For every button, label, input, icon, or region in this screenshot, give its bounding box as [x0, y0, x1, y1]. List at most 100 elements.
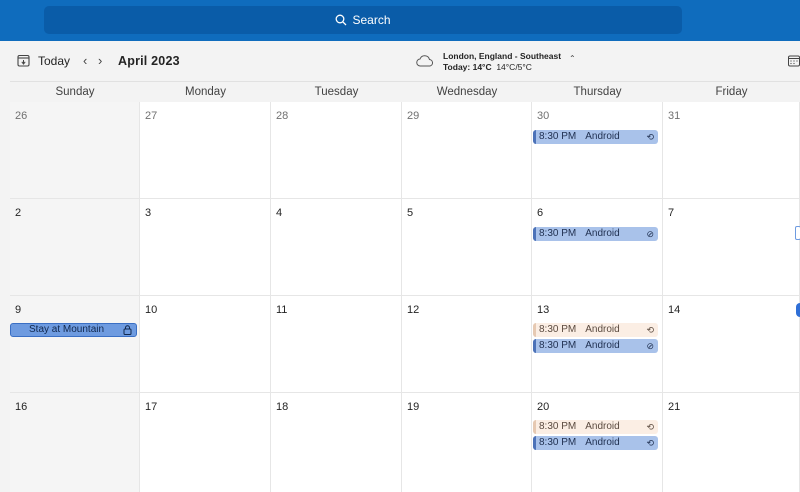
- calendar-event[interactable]: 8:30 PM Android ⊘: [533, 227, 658, 241]
- day-number: 30: [537, 110, 550, 122]
- next-month-button[interactable]: ›: [98, 53, 102, 68]
- event-title: Android: [585, 421, 620, 432]
- weather-today-prefix: Today:: [443, 62, 473, 72]
- day-cell[interactable]: 4: [271, 199, 402, 296]
- day-cell[interactable]: 14: [663, 296, 800, 393]
- weekday-header: Sunday: [10, 82, 140, 102]
- recurring-icon: ⟲: [646, 325, 654, 335]
- day-cell[interactable]: 2: [10, 199, 140, 296]
- day-number: 6: [537, 207, 544, 219]
- calendar-view-icon[interactable]: [788, 55, 800, 67]
- search-icon: [336, 14, 347, 26]
- weekday-header: Monday: [140, 82, 271, 102]
- event-title: Android: [585, 131, 620, 142]
- day-cell[interactable]: 7: [663, 199, 800, 296]
- weather-temperature[interactable]: Today: 14°C 14°C/5°C: [443, 62, 532, 72]
- day-number: 26: [15, 110, 28, 122]
- day-cell[interactable]: 19: [402, 393, 532, 492]
- month-grid: Sunday Monday Tuesday Wednesday Thursday…: [10, 81, 800, 492]
- day-number: 29: [407, 110, 420, 122]
- day-cell[interactable]: 27: [140, 102, 271, 199]
- calendar-toolbar: Today ‹ › April 2023 London, England - S…: [0, 41, 800, 81]
- day-number: 16: [15, 401, 28, 413]
- recurring-icon: ⟲: [646, 132, 654, 142]
- day-number: 12: [407, 304, 420, 316]
- day-number: 9: [15, 304, 22, 316]
- weekday-header: Thursday: [532, 82, 663, 102]
- calendar-today-icon[interactable]: [17, 54, 30, 67]
- day-cell[interactable]: 5: [402, 199, 532, 296]
- day-cell[interactable]: 31: [663, 102, 800, 199]
- day-number: 28: [276, 110, 289, 122]
- event-time: 8:30 PM: [539, 324, 577, 335]
- day-cell[interactable]: 26: [10, 102, 140, 199]
- weekday-header: Friday: [663, 82, 800, 102]
- event-title: Android: [585, 324, 620, 335]
- weekday-header: Tuesday: [271, 82, 402, 102]
- calendar-event[interactable]: 8:30 PM Android ⟲: [533, 323, 658, 337]
- day-cell[interactable]: 16: [10, 393, 140, 492]
- recurring-icon: ⟲: [646, 438, 654, 448]
- recurring-off-icon: ⊘: [646, 341, 654, 351]
- day-cell[interactable]: 17: [140, 393, 271, 492]
- event-title: Android: [585, 437, 620, 448]
- day-number: 14: [668, 304, 681, 316]
- day-cell[interactable]: 6 8:30 PM Android ⊘: [532, 199, 663, 296]
- day-number: 11: [276, 304, 288, 316]
- day-number: 10: [145, 304, 158, 316]
- day-cell[interactable]: 3: [140, 199, 271, 296]
- today-button[interactable]: Today: [38, 54, 70, 68]
- day-number: 19: [407, 401, 420, 413]
- day-number: 20: [537, 401, 550, 413]
- weather-location[interactable]: London, England - Southeast: [443, 51, 561, 61]
- event-time: 8:30 PM: [539, 437, 577, 448]
- day-number: 17: [145, 401, 158, 413]
- event-time: 8:30 PM: [539, 421, 577, 432]
- recurring-icon: ⟲: [646, 422, 654, 432]
- event-time: 8:30 PM: [539, 228, 577, 239]
- day-cell[interactable]: 10: [140, 296, 271, 393]
- day-cell[interactable]: 28: [271, 102, 402, 199]
- day-number: 4: [276, 207, 283, 219]
- day-number: 27: [145, 110, 158, 122]
- day-cell[interactable]: 30 8:30 PM Android ⟲: [532, 102, 663, 199]
- offscreen-event-marker[interactable]: [795, 226, 800, 240]
- day-cell[interactable]: 13 8:30 PM Android ⟲ 8:30 PM Android ⊘: [532, 296, 663, 393]
- day-cell[interactable]: 21: [663, 393, 800, 492]
- day-cell[interactable]: 18: [271, 393, 402, 492]
- calendar-event[interactable]: 8:30 PM Android ⟲: [533, 420, 658, 434]
- current-day-indicator: [796, 303, 800, 317]
- day-number: 13: [537, 304, 550, 316]
- day-number: 7: [668, 207, 675, 219]
- day-number: 18: [276, 401, 289, 413]
- day-cell[interactable]: 12: [402, 296, 532, 393]
- day-cell[interactable]: 20 8:30 PM Android ⟲ 8:30 PM Android ⟲: [532, 393, 663, 492]
- day-number: 2: [15, 207, 22, 219]
- weather-today-temp: 14°C: [472, 62, 492, 72]
- event-title: Stay at Mountain: [29, 324, 105, 335]
- previous-month-button[interactable]: ‹: [83, 53, 87, 68]
- event-time: 8:30 PM: [539, 131, 577, 142]
- calendar-event[interactable]: 8:30 PM Android ⟲: [533, 436, 658, 450]
- weather-range: 14°C/5°C: [496, 62, 532, 72]
- day-cell[interactable]: 11: [271, 296, 402, 393]
- day-cell[interactable]: 29: [402, 102, 532, 199]
- all-day-event[interactable]: Stay at Mountain: [10, 323, 137, 337]
- day-number: 31: [668, 110, 681, 122]
- cloud-icon: [416, 55, 434, 67]
- top-bar: Search: [0, 0, 800, 41]
- search-bar[interactable]: Search: [44, 6, 682, 34]
- day-cell[interactable]: 9: [10, 296, 140, 393]
- event-title: Android: [585, 228, 620, 239]
- weather-today-label: Today: 14°C: [443, 62, 492, 72]
- chevron-updown-icon[interactable]: ⌃: [569, 54, 576, 63]
- weekday-header: Wednesday: [402, 82, 532, 102]
- calendar-event[interactable]: 8:30 PM Android ⊘: [533, 339, 658, 353]
- calendar-event[interactable]: 8:30 PM Android ⟲: [533, 130, 658, 144]
- day-number: 5: [407, 207, 414, 219]
- recurring-off-icon: ⊘: [646, 229, 654, 239]
- day-number: 3: [145, 207, 152, 219]
- event-title: Android: [585, 340, 620, 351]
- lock-icon: [123, 325, 132, 335]
- event-time: 8:30 PM: [539, 340, 577, 351]
